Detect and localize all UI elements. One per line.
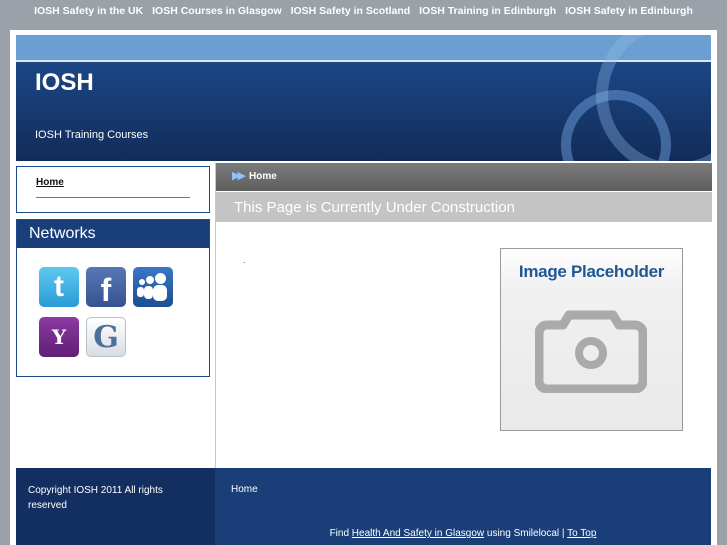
health-safety-link[interactable]: Health And Safety in Glasgow bbox=[352, 528, 484, 539]
top-link-training-edinburgh[interactable]: IOSH Training in Edinburgh bbox=[419, 5, 556, 17]
twitter-icon[interactable]: t bbox=[39, 267, 79, 307]
placeholder-label: Image Placeholder bbox=[518, 262, 665, 281]
find-mid: using Smilelocal | bbox=[486, 528, 565, 539]
site-tagline: IOSH Training Courses bbox=[35, 129, 149, 141]
find-prefix: Find bbox=[329, 528, 350, 539]
networks-heading: Networks bbox=[17, 220, 209, 248]
footer-find-line: Find Health And Safety in Glasgow using … bbox=[215, 528, 711, 539]
divider bbox=[36, 197, 190, 198]
main-content: ▶▶ Home This Page is Currently Under Con… bbox=[215, 163, 712, 468]
breadcrumb-home[interactable]: Home bbox=[249, 171, 277, 182]
sidebar-nav: Home bbox=[16, 166, 210, 213]
top-link-safety-scotland[interactable]: IOSH Safety in Scotland bbox=[291, 5, 411, 17]
top-link-safety-edinburgh[interactable]: IOSH Safety in Edinburgh bbox=[565, 5, 693, 17]
to-top-link[interactable]: To Top bbox=[567, 528, 596, 539]
page-title: This Page is Currently Under Constructio… bbox=[216, 192, 712, 222]
image-placeholder: Image Placeholder bbox=[500, 248, 683, 431]
footer-copyright: Copyright IOSH 2011 All rights reserved bbox=[16, 468, 215, 545]
copyright-text: Copyright IOSH 2011 All rights reserved bbox=[28, 485, 163, 511]
site-title: IOSH bbox=[35, 69, 94, 96]
top-link-courses-glasgow[interactable]: IOSH Courses in Glasgow bbox=[152, 5, 282, 17]
google-icon[interactable]: G bbox=[86, 317, 126, 357]
top-link-bar: IOSH Safety in the UK IOSH Courses in Gl… bbox=[0, 0, 727, 28]
facebook-icon[interactable]: f bbox=[86, 267, 126, 308]
double-arrow-icon: ▶▶ bbox=[232, 170, 246, 182]
networks-panel: Networks t f Y G bbox=[16, 219, 210, 377]
decorative-ring bbox=[596, 35, 711, 161]
sidebar-item-home[interactable]: Home bbox=[36, 177, 64, 188]
footer-home-link[interactable]: Home bbox=[231, 484, 258, 495]
top-link-safety-uk[interactable]: IOSH Safety in the UK bbox=[34, 5, 143, 17]
yahoo-icon[interactable]: Y bbox=[39, 317, 79, 357]
body-text: . bbox=[243, 255, 246, 265]
breadcrumb: ▶▶ Home bbox=[216, 163, 712, 191]
footer-links: Home Find Health And Safety in Glasgow u… bbox=[215, 468, 711, 545]
site-header: IOSH IOSH Training Courses bbox=[16, 35, 711, 161]
camera-icon bbox=[535, 310, 647, 393]
myspace-icon[interactable] bbox=[133, 267, 173, 307]
